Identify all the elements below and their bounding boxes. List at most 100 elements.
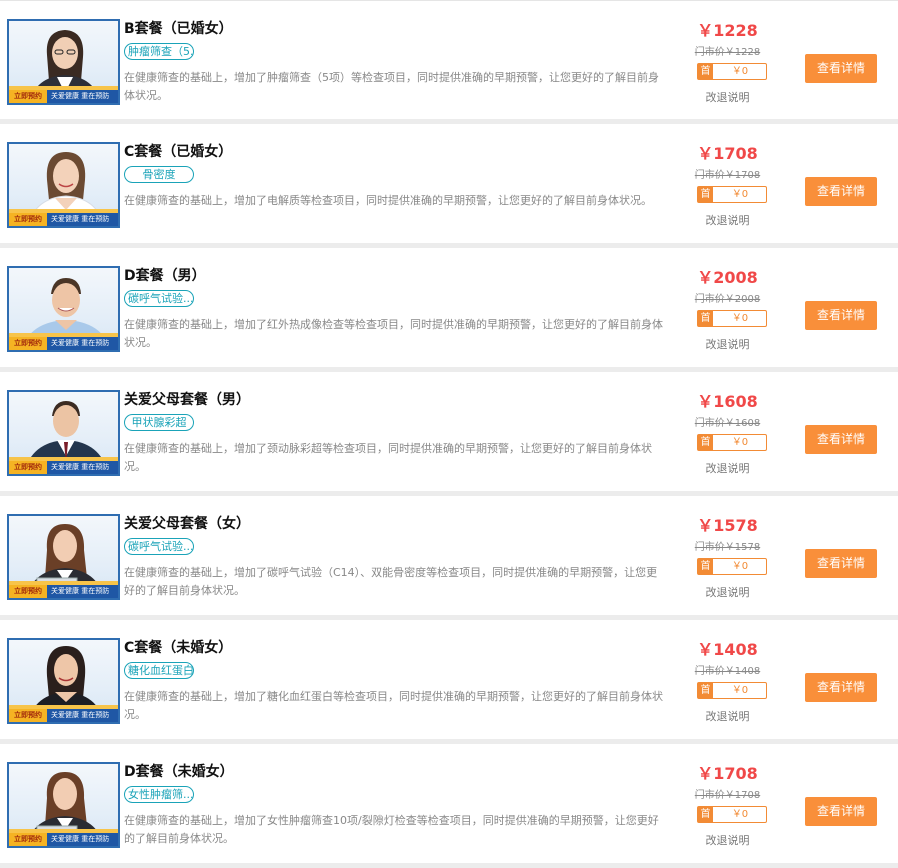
banner-slogan: 关爱健康 重在预防 bbox=[51, 711, 110, 719]
package-photo[interactable]: 立即预约 关爱健康 重在预防 bbox=[7, 514, 120, 600]
first-order-amount: ￥0 bbox=[731, 313, 749, 324]
first-order-amount: ￥0 bbox=[731, 561, 749, 572]
photo-banner: 立即预约 关爱健康 重在预防 bbox=[9, 90, 118, 103]
first-order-discount: 首 ￥0 bbox=[697, 63, 767, 80]
first-order-amount: ￥0 bbox=[731, 685, 749, 696]
refund-policy-link[interactable]: 改退说明 bbox=[690, 89, 765, 105]
book-now-tag: 立即预约 bbox=[9, 461, 47, 474]
package-tag: 肿瘤筛查（5... bbox=[124, 43, 194, 60]
view-details-button[interactable]: 查看详情 bbox=[805, 797, 877, 826]
package-card[interactable]: 立即预约 关爱健康 重在预防 关爱父母套餐（男） 甲状腺彩超 在健康筛查的基础上… bbox=[0, 372, 898, 496]
book-now-tag: 立即预约 bbox=[9, 213, 47, 226]
package-tag: 骨密度 bbox=[124, 166, 194, 183]
first-order-mark: 首 bbox=[698, 435, 713, 450]
package-title[interactable]: C套餐（未婚女） bbox=[124, 637, 232, 657]
package-tag: 碳呼气试验... bbox=[124, 538, 194, 555]
package-photo[interactable]: 立即预约 关爱健康 重在预防 bbox=[7, 638, 120, 724]
refund-policy-link[interactable]: 改退说明 bbox=[690, 212, 765, 228]
first-order-discount: 首 ￥0 bbox=[697, 434, 767, 451]
package-price: ￥1578 bbox=[697, 516, 758, 535]
first-order-mark: 首 bbox=[698, 683, 713, 698]
view-details-button[interactable]: 查看详情 bbox=[805, 177, 877, 206]
package-tag: 甲状腺彩超 bbox=[124, 414, 194, 431]
package-card[interactable]: 立即预约 关爱健康 重在预防 B套餐（已婚女） 肿瘤筛查（5... 在健康筛查的… bbox=[0, 0, 898, 124]
package-description: 在健康筛查的基础上，增加了颈动脉彩超等检查项目，同时提供准确的早期预警，让您更好… bbox=[124, 442, 652, 473]
package-card[interactable]: 立即预约 关爱健康 重在预防 关爱父母套餐（女） 碳呼气试验... 在健康筛查的… bbox=[0, 496, 898, 620]
package-title[interactable]: D套餐（男） bbox=[124, 265, 206, 285]
package-price: ￥2008 bbox=[697, 268, 758, 287]
first-order-mark: 首 bbox=[698, 559, 713, 574]
first-order-mark: 首 bbox=[698, 187, 713, 202]
package-card[interactable]: 立即预约 关爱健康 重在预防 C套餐（未婚女） 糖化血红蛋白 在健康筛查的基础上… bbox=[0, 620, 898, 744]
view-details-button[interactable]: 查看详情 bbox=[805, 673, 877, 702]
view-details-button[interactable]: 查看详情 bbox=[805, 425, 877, 454]
first-order-mark: 首 bbox=[698, 64, 713, 79]
first-order-amount: ￥0 bbox=[731, 189, 749, 200]
banner-slogan: 关爱健康 重在预防 bbox=[51, 587, 110, 595]
book-now-tag: 立即预约 bbox=[9, 337, 47, 350]
market-price: 门市价￥2008 bbox=[694, 294, 761, 305]
refund-policy-link[interactable]: 改退说明 bbox=[690, 460, 765, 476]
photo-banner: 立即预约 关爱健康 重在预防 bbox=[9, 461, 118, 474]
package-photo[interactable]: 立即预约 关爱健康 重在预防 bbox=[7, 390, 120, 476]
package-tag: 碳呼气试验... bbox=[124, 290, 194, 307]
market-price: 门市价￥1608 bbox=[694, 418, 761, 429]
view-details-button[interactable]: 查看详情 bbox=[805, 301, 877, 330]
market-price: 门市价￥1408 bbox=[694, 666, 761, 677]
package-title[interactable]: B套餐（已婚女） bbox=[124, 18, 233, 38]
first-order-discount: 首 ￥0 bbox=[697, 806, 767, 823]
banner-slogan: 关爱健康 重在预防 bbox=[51, 835, 110, 843]
view-details-button[interactable]: 查看详情 bbox=[805, 54, 877, 83]
banner-slogan: 关爱健康 重在预防 bbox=[51, 92, 110, 100]
banner-slogan: 关爱健康 重在预防 bbox=[51, 463, 110, 471]
package-tag: 糖化血红蛋白 bbox=[124, 662, 194, 679]
first-order-discount: 首 ￥0 bbox=[697, 186, 767, 203]
book-now-tag: 立即预约 bbox=[9, 709, 47, 722]
market-price: 门市价￥1228 bbox=[694, 47, 761, 58]
refund-policy-link[interactable]: 改退说明 bbox=[690, 708, 765, 724]
view-details-button[interactable]: 查看详情 bbox=[805, 549, 877, 578]
banner-slogan: 关爱健康 重在预防 bbox=[51, 215, 110, 223]
package-title[interactable]: 关爱父母套餐（男） bbox=[124, 389, 250, 409]
package-description: 在健康筛查的基础上，增加了红外热成像检查等检查项目，同时提供准确的早期预警，让您… bbox=[124, 318, 663, 349]
first-order-amount: ￥0 bbox=[731, 66, 749, 77]
photo-banner: 立即预约 关爱健康 重在预防 bbox=[9, 709, 118, 722]
package-price: ￥1228 bbox=[697, 21, 758, 40]
package-description: 在健康筛查的基础上，增加了电解质等检查项目，同时提供准确的早期预警，让您更好的了… bbox=[124, 194, 652, 207]
package-description: 在健康筛查的基础上，增加了糖化血红蛋白等检查项目，同时提供准确的早期预警，让您更… bbox=[124, 690, 663, 721]
package-photo[interactable]: 立即预约 关爱健康 重在预防 bbox=[7, 266, 120, 352]
package-title[interactable]: 关爱父母套餐（女） bbox=[124, 513, 250, 533]
book-now-tag: 立即预约 bbox=[9, 833, 47, 846]
package-card[interactable]: 立即预约 关爱健康 重在预防 D套餐（男） 碳呼气试验... 在健康筛查的基础上… bbox=[0, 248, 898, 372]
first-order-discount: 首 ￥0 bbox=[697, 310, 767, 327]
book-now-tag: 立即预约 bbox=[9, 90, 47, 103]
first-order-amount: ￥0 bbox=[731, 809, 749, 820]
package-photo[interactable]: 立即预约 关爱健康 重在预防 bbox=[7, 19, 120, 105]
package-title[interactable]: D套餐（未婚女） bbox=[124, 761, 234, 781]
photo-banner: 立即预约 关爱健康 重在预防 bbox=[9, 337, 118, 350]
package-price: ￥1708 bbox=[697, 764, 758, 783]
package-photo[interactable]: 立即预约 关爱健康 重在预防 bbox=[7, 762, 120, 848]
package-description: 在健康筛查的基础上，增加了碳呼气试验（C14）、双能骨密度等检查项目，同时提供准… bbox=[124, 566, 658, 597]
package-tag: 女性肿瘤筛... bbox=[124, 786, 194, 803]
market-price: 门市价￥1708 bbox=[694, 790, 761, 801]
refund-policy-link[interactable]: 改退说明 bbox=[690, 336, 765, 352]
package-photo[interactable]: 立即预约 关爱健康 重在预防 bbox=[7, 142, 120, 228]
package-description: 在健康筛查的基础上，增加了肿瘤筛查（5项）等检查项目，同时提供准确的早期预警，让… bbox=[124, 71, 659, 102]
package-list: 立即预约 关爱健康 重在预防 B套餐（已婚女） 肿瘤筛查（5... 在健康筛查的… bbox=[0, 0, 898, 868]
package-card[interactable]: 立即预约 关爱健康 重在预防 D套餐（未婚女） 女性肿瘤筛... 在健康筛查的基… bbox=[0, 744, 898, 868]
photo-banner: 立即预约 关爱健康 重在预防 bbox=[9, 833, 118, 846]
banner-slogan: 关爱健康 重在预防 bbox=[51, 339, 110, 347]
photo-banner: 立即预约 关爱健康 重在预防 bbox=[9, 213, 118, 226]
first-order-discount: 首 ￥0 bbox=[697, 558, 767, 575]
package-card[interactable]: 立即预约 关爱健康 重在预防 C套餐（已婚女） 骨密度 在健康筛查的基础上，增加… bbox=[0, 124, 898, 248]
package-description: 在健康筛查的基础上，增加了女性肿瘤筛查10项/裂隙灯检查等检查项目，同时提供准确… bbox=[124, 814, 659, 845]
first-order-amount: ￥0 bbox=[731, 437, 749, 448]
package-title[interactable]: C套餐（已婚女） bbox=[124, 141, 232, 161]
market-price: 门市价￥1708 bbox=[694, 170, 761, 181]
refund-policy-link[interactable]: 改退说明 bbox=[690, 584, 765, 600]
book-now-tag: 立即预约 bbox=[9, 585, 47, 598]
package-price: ￥1708 bbox=[697, 144, 758, 163]
market-price: 门市价￥1578 bbox=[694, 542, 761, 553]
refund-policy-link[interactable]: 改退说明 bbox=[690, 832, 765, 848]
